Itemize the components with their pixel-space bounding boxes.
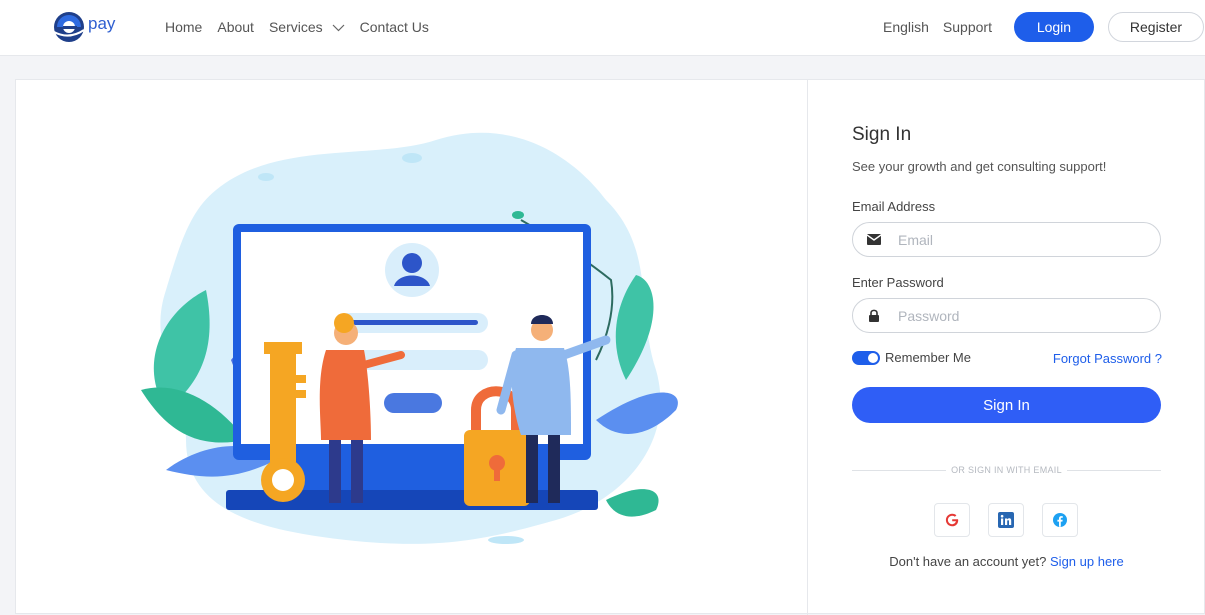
signup-link[interactable]: Sign up here (1050, 554, 1124, 569)
signin-card: Sign In See your growth and get consulti… (15, 79, 1205, 615)
remember-me[interactable]: Remember Me (852, 350, 971, 365)
remember-label: Remember Me (885, 350, 971, 365)
signup-text: Don't have an account yet? (889, 554, 1047, 569)
divider-line-right (1066, 469, 1161, 471)
linkedin-button[interactable] (988, 503, 1024, 537)
social-login-row (934, 503, 1078, 537)
password-label: Enter Password (852, 275, 944, 290)
or-divider-text: OR SIGN IN WITH EMAIL (951, 465, 1062, 475)
logo-text: pay (88, 14, 116, 33)
linkedin-icon (998, 512, 1014, 528)
signin-button[interactable]: Sign In (852, 387, 1161, 423)
forgot-password-link[interactable]: Forgot Password ? (1053, 351, 1162, 366)
signin-form: Sign In See your growth and get consulti… (852, 124, 1162, 569)
divider-line-left (852, 469, 947, 471)
nav-home[interactable]: Home (165, 19, 202, 35)
logo-mark-icon (53, 12, 85, 42)
facebook-button[interactable] (1042, 503, 1078, 537)
support-link[interactable]: Support (943, 19, 992, 35)
top-navbar: pay Home About Services Contact Us Engli… (0, 0, 1205, 56)
google-button[interactable] (934, 503, 970, 537)
nav-contact[interactable]: Contact Us (360, 19, 429, 35)
brand-logo[interactable]: pay (52, 10, 115, 44)
remember-toggle[interactable] (852, 350, 880, 365)
or-divider: OR SIGN IN WITH EMAIL (852, 465, 1161, 475)
email-label: Email Address (852, 199, 936, 214)
password-field[interactable] (852, 298, 1161, 333)
envelope-icon (867, 233, 881, 247)
signup-prompt: Don't have an account yet? Sign up here (852, 554, 1161, 569)
form-subtitle: See your growth and get consulting suppo… (852, 159, 1107, 174)
password-input[interactable] (898, 307, 1138, 324)
email-input[interactable] (898, 231, 1138, 248)
nav-services[interactable]: Services (269, 19, 345, 35)
lock-icon (867, 309, 881, 323)
login-illustration (141, 132, 678, 544)
facebook-icon (1053, 513, 1067, 527)
right-nav: English Support Login Register (883, 12, 1204, 42)
form-title: Sign In (852, 124, 912, 145)
main-nav: Home About Services Contact Us (165, 19, 429, 35)
nav-about[interactable]: About (217, 19, 254, 35)
login-button[interactable]: Login (1013, 12, 1094, 42)
vertical-divider (807, 80, 808, 615)
language-link[interactable]: English (883, 19, 929, 35)
email-field[interactable] (852, 222, 1161, 257)
google-icon (945, 513, 959, 527)
register-button[interactable]: Register (1107, 12, 1204, 42)
chevron-down-icon (332, 24, 345, 31)
nav-services-label: Services (268, 19, 323, 35)
